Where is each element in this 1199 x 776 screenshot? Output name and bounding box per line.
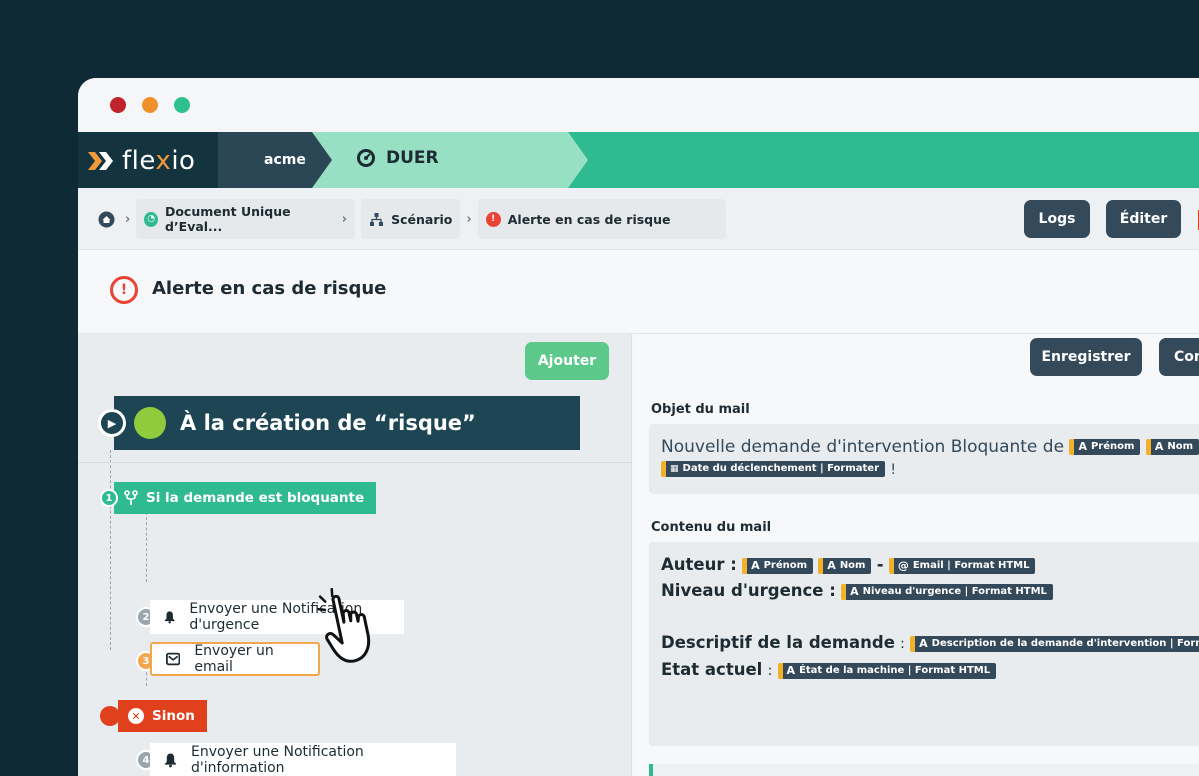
action-notification-information[interactable]: Envoyer une Notification d'information <box>150 743 456 776</box>
app-window: flexio acme DUER › ◔ Document Unique d’E… <box>78 78 1199 776</box>
text-variable-icon: A <box>1078 440 1087 453</box>
condition-block[interactable]: 1 Si la demande est bloquante <box>100 482 377 514</box>
alert-icon: ! <box>485 211 501 227</box>
variable-tag[interactable]: A Nom <box>1145 439 1199 455</box>
trigger-label: À la création de “risque” <box>180 411 476 435</box>
calendar-icon: ▦ <box>670 464 679 474</box>
breadcrumb: › ◔ Document Unique d’Eval... › Scénario… <box>94 199 726 239</box>
variable-tag[interactable]: ▦ Date du déclenchement | Formater <box>661 461 885 477</box>
close-circle-icon: ✕ <box>128 708 144 724</box>
app-name[interactable]: DUER <box>356 148 439 168</box>
chevron-right-icon: › <box>466 211 472 227</box>
maximize-window-button[interactable] <box>174 97 190 113</box>
envelope-icon <box>166 652 181 666</box>
text-variable-icon: A <box>850 584 859 598</box>
scenario-flow-pane: Ajouter ▶ À la création de “risque” 1 Si… <box>78 334 632 776</box>
breadcrumb-home[interactable] <box>94 199 119 239</box>
save-button[interactable]: Enregistrer <box>1030 338 1142 376</box>
hand-cursor-icon <box>317 588 371 663</box>
breadcrumb-item-scenario[interactable]: Scénario <box>361 199 461 239</box>
email-editor-pane: Enregistrer Con Objet du mail Nouvelle d… <box>634 334 1199 776</box>
variable-tag[interactable]: A Niveau d'urgence | Format HTML <box>841 583 1053 600</box>
variable-tag[interactable]: A Prénom <box>742 557 814 574</box>
variable-tag[interactable]: A Description de la demande d'interventio… <box>910 635 1199 652</box>
text-variable-icon: A <box>786 663 796 677</box>
subject-label: Objet du mail <box>651 402 750 417</box>
breadcrumb-bar: › ◔ Document Unique d’Eval... › Scénario… <box>78 188 1199 250</box>
content-field[interactable]: Auteur : A Prénom A Nom - @ Email | Format … <box>649 542 1199 746</box>
variable-tag[interactable]: @ Email | Format HTML <box>888 557 1036 574</box>
breadcrumb-item-document[interactable]: ◔ Document Unique d’Eval... › <box>136 199 356 239</box>
continue-button[interactable]: Con <box>1159 338 1199 376</box>
bell-icon <box>164 753 177 768</box>
action-label: Envoyer un email <box>194 643 274 675</box>
else-label: Sinon <box>152 708 195 724</box>
chevrons-logo-icon <box>88 152 113 170</box>
else-dot <box>100 706 120 726</box>
at-icon: @ <box>897 558 909 572</box>
close-window-button[interactable] <box>110 97 126 113</box>
flexio-logo[interactable]: flexio <box>86 146 195 176</box>
app-bar: flexio acme DUER <box>78 132 1199 188</box>
text-variable-icon: A <box>751 558 760 572</box>
text-variable-icon: A <box>1154 440 1164 453</box>
org-name[interactable]: acme <box>264 152 306 168</box>
text-variable-icon: A <box>919 636 928 650</box>
sitemap-icon <box>370 212 384 226</box>
trigger-status-dot <box>134 407 166 439</box>
action-send-email[interactable]: Envoyer un email <box>150 642 320 676</box>
content-label: Contenu du mail <box>651 520 772 535</box>
bell-icon <box>164 611 175 624</box>
variable-tag[interactable]: A État de la machine | Format HTML <box>777 662 997 679</box>
subject-field[interactable]: Nouvelle demande d'intervention Bloquant… <box>649 424 1199 494</box>
gauge-small-icon: ◔ <box>144 211 158 227</box>
add-button[interactable]: Ajouter <box>525 342 609 380</box>
page-title: Alerte en cas de risque <box>152 278 387 299</box>
gauge-icon <box>357 149 375 167</box>
logo-text: flexio <box>122 146 196 176</box>
play-icon[interactable]: ▶ <box>98 409 126 437</box>
variable-tag[interactable]: A Prénom <box>1069 439 1141 455</box>
condition-label: Si la demande est bloquante <box>146 490 365 506</box>
trigger-block[interactable]: ▶ À la création de “risque” <box>98 396 580 450</box>
minimize-window-button[interactable] <box>142 97 158 113</box>
alert-circle-icon: ! <box>110 276 138 304</box>
chevron-right-icon: › <box>125 211 131 227</box>
text-variable-icon: A <box>827 558 836 572</box>
window-titlebar <box>78 78 1199 132</box>
page-header: ! Alerte en cas de risque <box>78 250 1199 334</box>
branch-icon <box>124 490 138 505</box>
edit-button[interactable]: Éditer <box>1106 200 1181 238</box>
logs-button[interactable]: Logs <box>1024 200 1090 238</box>
step-number-badge: 1 <box>100 489 118 507</box>
action-label: Envoyer une Notification d'information <box>190 744 364 776</box>
variable-tag[interactable]: A Nom <box>818 557 872 574</box>
chevron-right-icon: › <box>341 211 348 227</box>
else-block[interactable]: ✕ Sinon <box>100 700 207 732</box>
breadcrumb-item-alerte[interactable]: ! Alerte en cas de risque <box>477 199 726 239</box>
home-icon <box>98 211 115 227</box>
